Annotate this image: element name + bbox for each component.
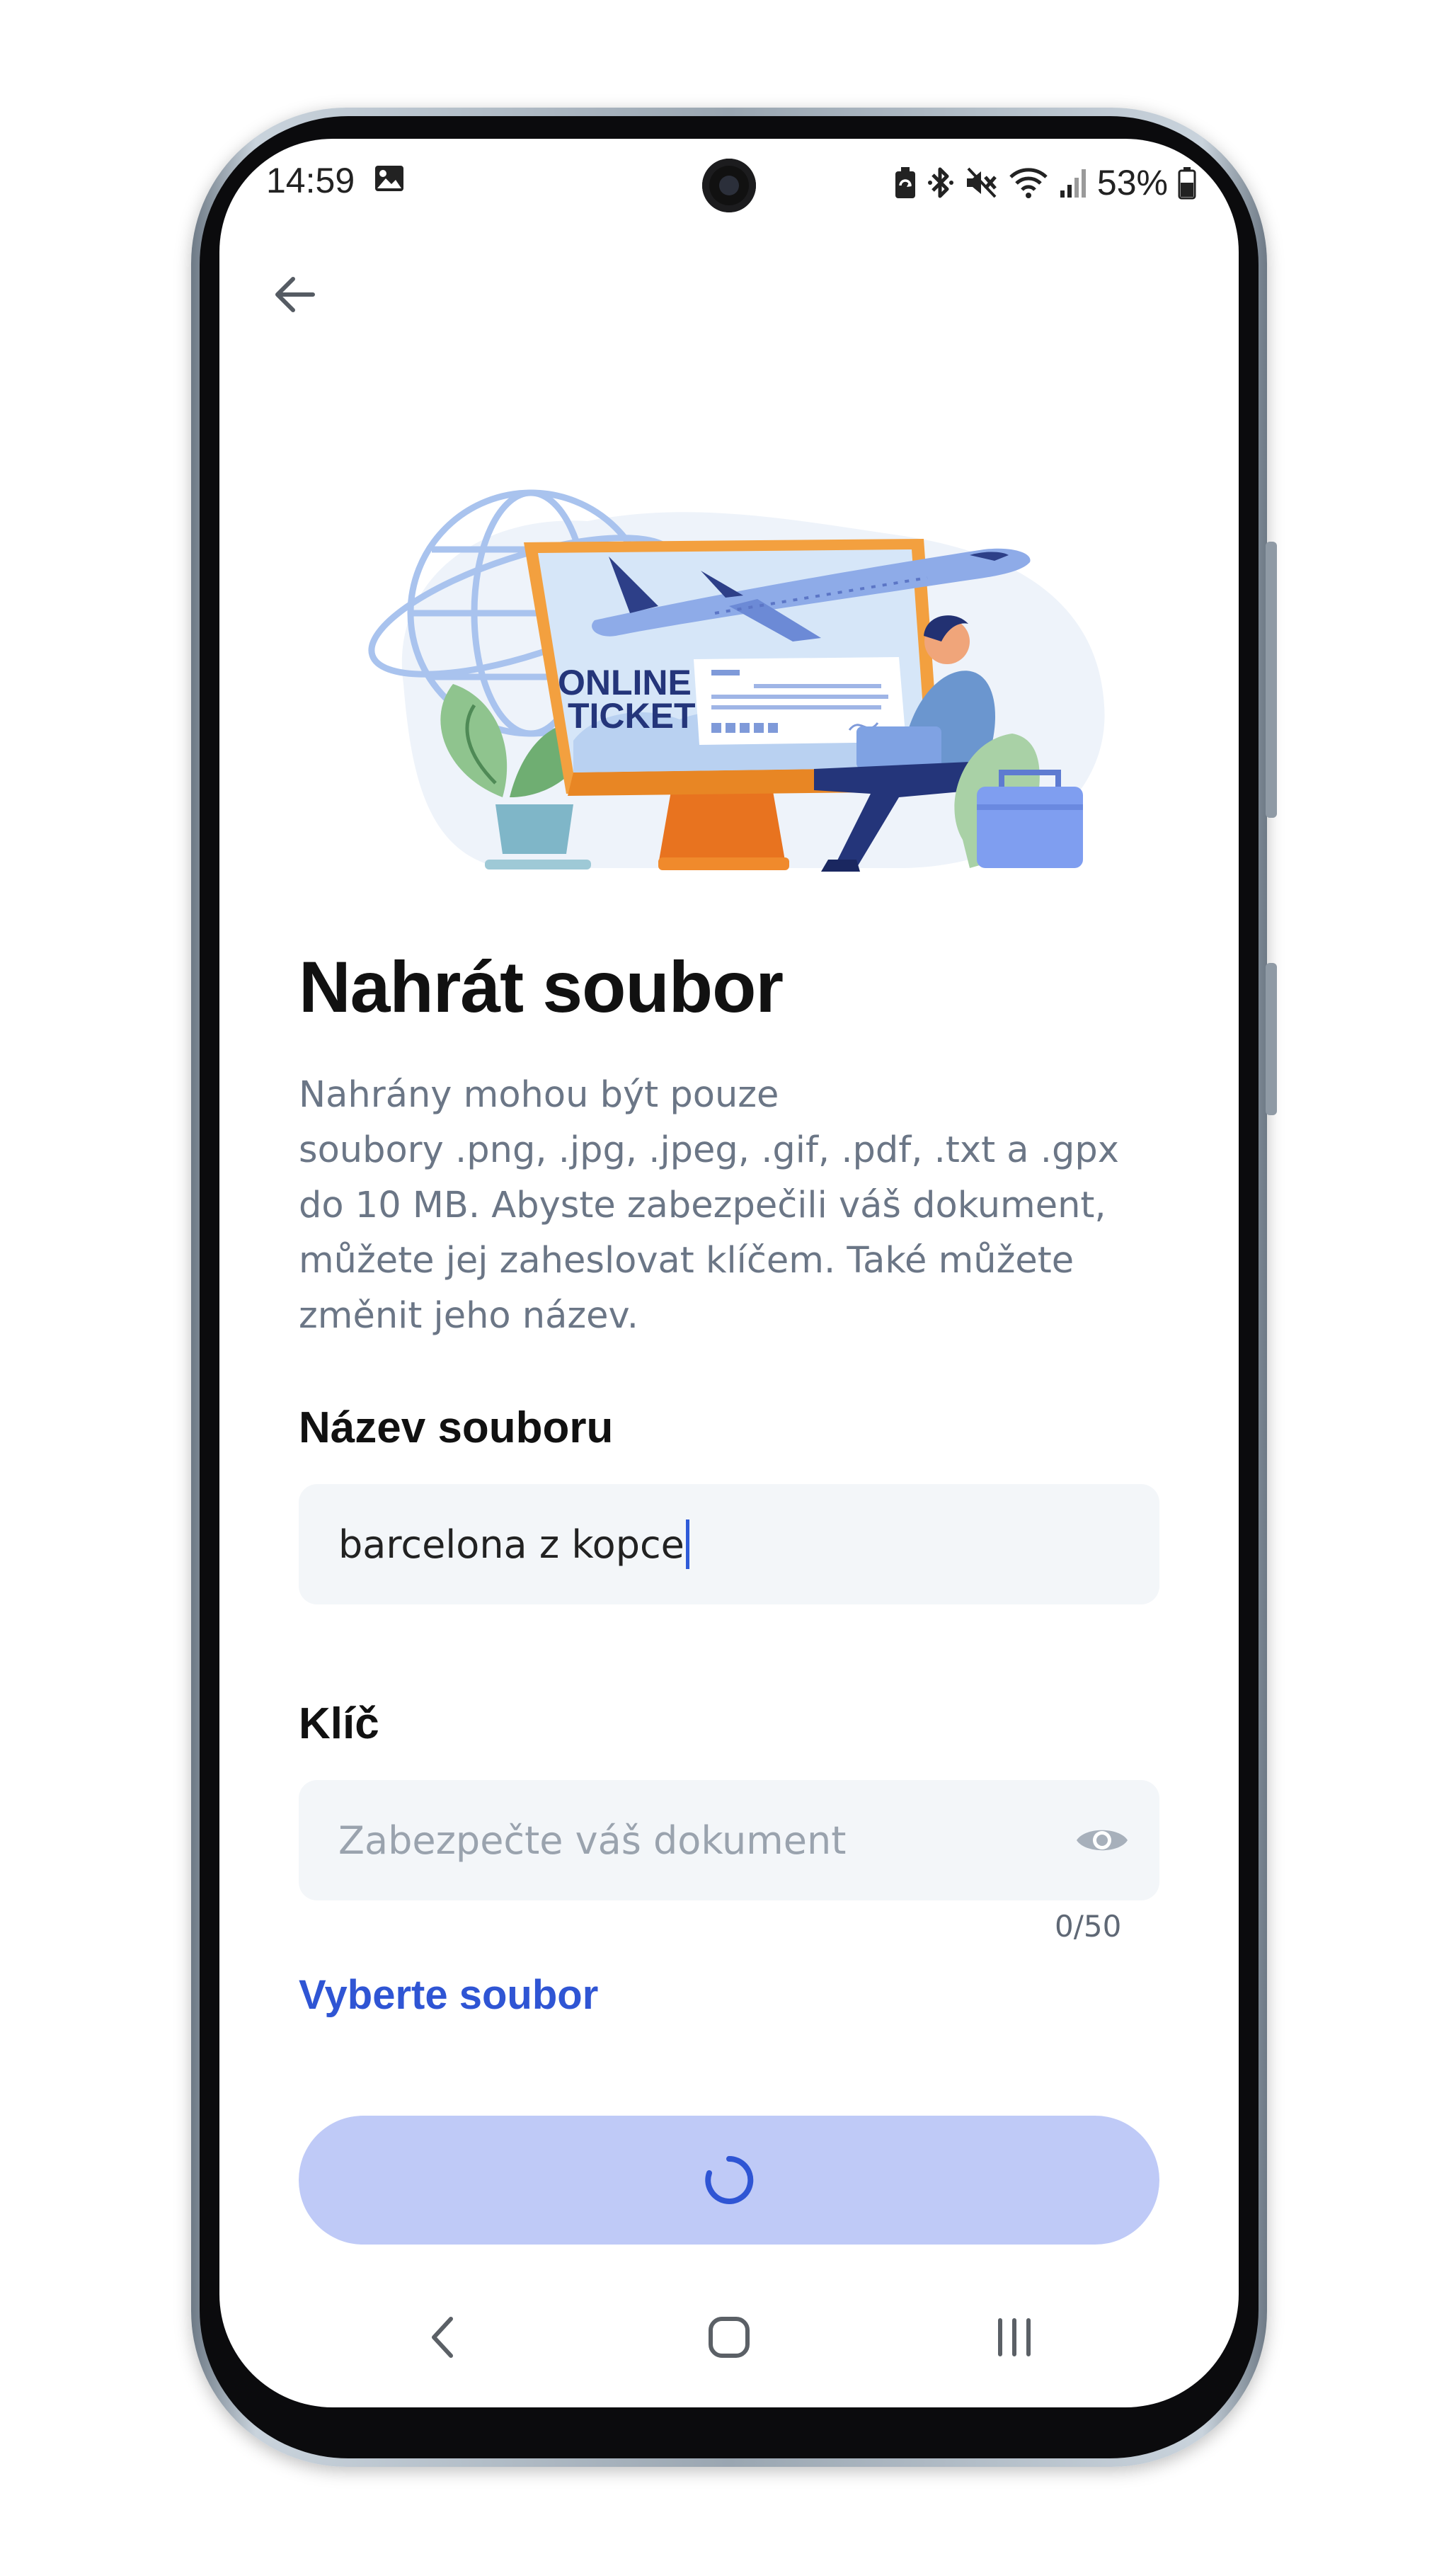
status-icons: 53% [893,161,1196,204]
filename-label: Název souboru [299,1403,614,1452]
show-password-button[interactable] [1070,1812,1134,1869]
bluetooth-icon [927,165,954,200]
key-input[interactable]: Zabezpečte váš dokument [299,1780,1159,1900]
select-file-link[interactable]: Vyberte soubor [299,1971,598,2019]
filename-input[interactable]: barcelona z kopce [299,1484,1159,1604]
phone-screen: 14:59 53% ONLINE TICKET Nahrát soubor Na… [219,139,1239,2407]
back-button[interactable] [259,259,330,330]
key-label: Klíč [299,1699,379,1748]
page-description: Nahrány mohou být pouze soubory .png, .j… [299,1074,1119,1337]
nav-back-icon [432,2317,453,2358]
volume-button [1266,542,1277,818]
arrow-left-icon [275,277,315,312]
front-camera [702,159,756,212]
system-nav-bar [219,2291,1239,2383]
eye-icon [1077,1830,1128,1851]
nav-recents-button[interactable] [975,2305,1053,2369]
status-time: 14:59 [266,161,355,200]
spinner-icon [705,2155,754,2204]
power-button [1266,963,1277,1115]
filename-value: barcelona z kopce [338,1522,684,1567]
nav-recents-icon [998,2318,1031,2356]
mute-icon [964,166,998,200]
nav-home-button[interactable] [690,2305,768,2369]
signal-icon [1059,166,1087,199]
upload-submit-button[interactable] [299,2116,1159,2245]
battery-icon [1178,166,1196,200]
status-bar: 14:59 53% [219,139,1239,231]
wifi-icon [1008,166,1049,200]
nav-back-button[interactable] [403,2305,481,2369]
page-title: Nahrát soubor [299,947,784,1027]
monitor-text-ticket: TICKET [568,696,696,736]
nav-home-icon [709,2317,750,2358]
gallery-icon [374,164,405,195]
battery-saver-icon [893,166,917,200]
online-ticket-illustration: ONLINE TICKET [361,472,1111,875]
battery-percent: 53% [1096,163,1168,203]
key-char-counter: 0/50 [1055,1909,1122,1944]
key-placeholder: Zabezpečte váš dokument [338,1818,847,1863]
text-caret [685,1519,689,1569]
